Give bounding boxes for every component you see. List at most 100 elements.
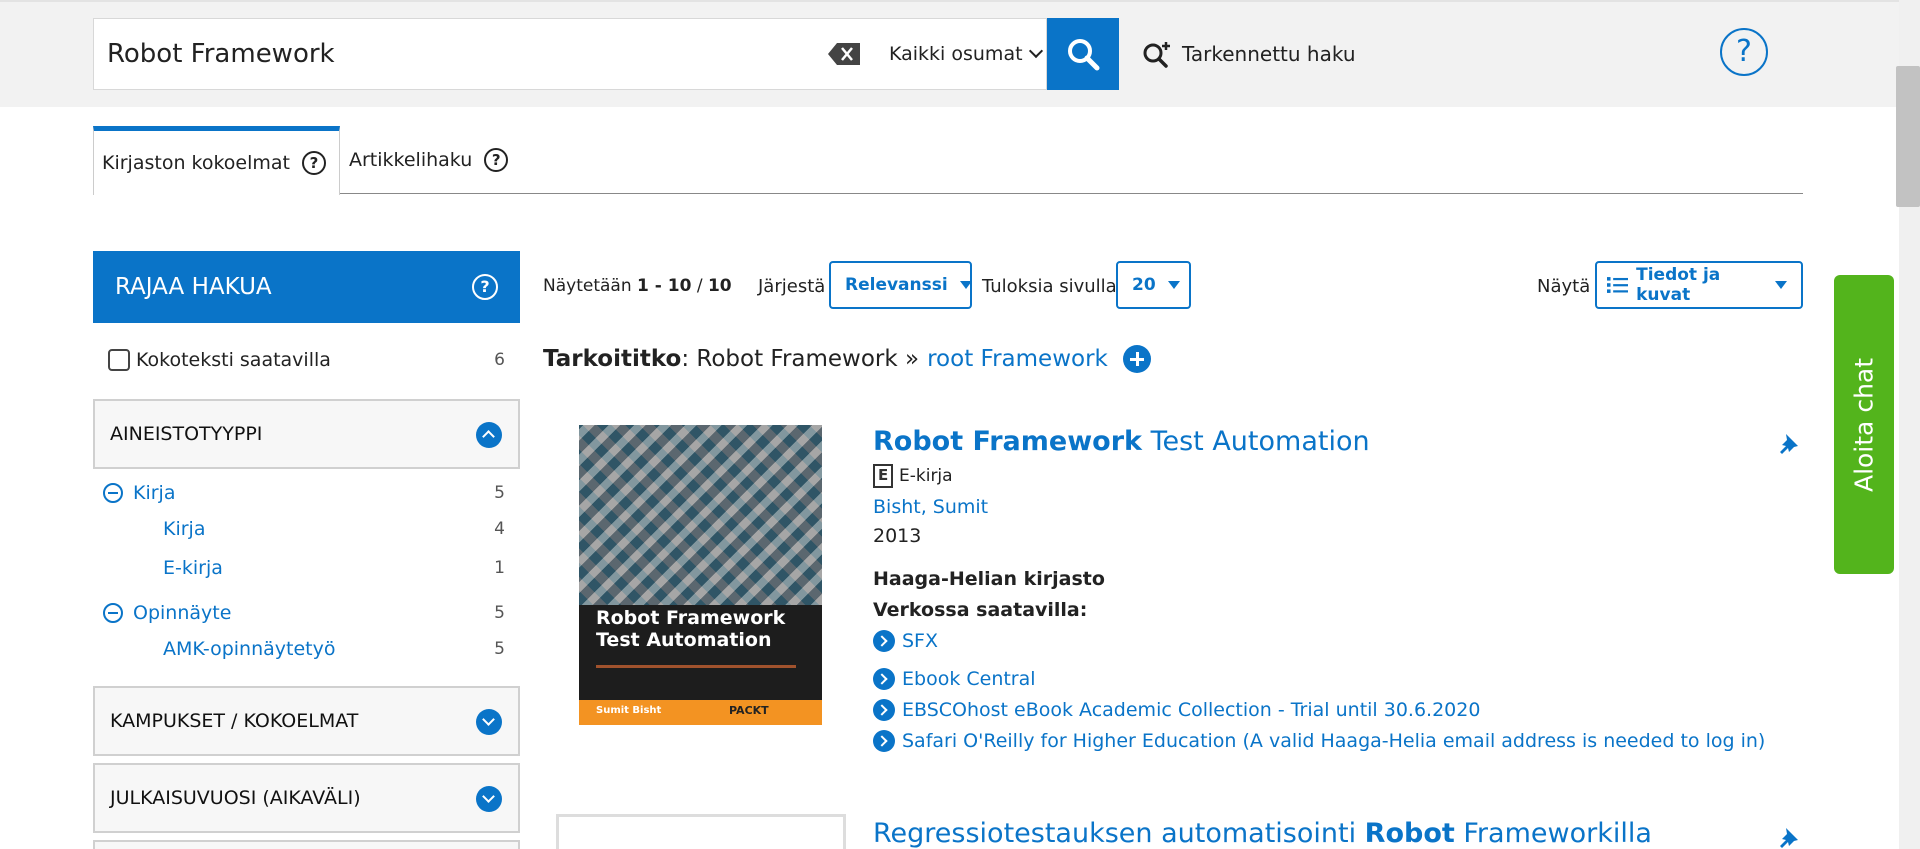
- record-title-post: Frameworkilla: [1454, 818, 1652, 849]
- sort-label: Järjestä: [758, 276, 826, 297]
- search-input[interactable]: [107, 19, 907, 89]
- book-cover-placeholder[interactable]: [556, 814, 846, 849]
- link-label: Ebook Central: [902, 668, 1036, 690]
- online-link-ebook-central[interactable]: Ebook Central: [873, 668, 1036, 690]
- facet-title: JULKAISUVUOSI (AIKAVÄLI): [110, 787, 361, 809]
- link-label: EBSCOhost eBook Academic Collection - Tr…: [902, 699, 1481, 721]
- facet-item-label: E-kirja: [163, 557, 223, 579]
- caret-down-icon: [1775, 281, 1787, 289]
- facet-item-amk-thesis[interactable]: AMK-opinnäytetyö 5: [163, 638, 505, 660]
- tab-article-search[interactable]: Artikkelihaku ?: [349, 126, 509, 194]
- pin-icon[interactable]: [1778, 432, 1802, 458]
- search-button[interactable]: [1047, 18, 1119, 90]
- result-count: Näytetään 1 - 10 / 10: [543, 276, 732, 296]
- chevron-right-circle-icon: [873, 668, 895, 690]
- view-dropdown[interactable]: Tiedot ja kuvat: [1595, 261, 1803, 309]
- search-scope-value: Kaikki osumat: [889, 43, 1023, 65]
- record-author[interactable]: Bisht, Sumit: [873, 496, 988, 518]
- facet-item-label: Opinnäyte: [133, 602, 232, 624]
- facet-count: 5: [494, 639, 505, 659]
- chevron-down-icon[interactable]: [476, 709, 502, 735]
- facet-next[interactable]: [93, 840, 520, 849]
- search-box: Kaikki osumat: [93, 18, 1047, 90]
- help-icon[interactable]: ?: [484, 148, 509, 172]
- search-plus-icon: [1143, 42, 1170, 68]
- advanced-search-link[interactable]: Tarkennettu haku: [1142, 40, 1356, 68]
- facet-item-label: Kirja: [163, 518, 206, 540]
- collapse-icon[interactable]: [103, 603, 123, 623]
- facet-count: 4: [494, 519, 505, 539]
- clear-icon[interactable]: [828, 43, 860, 65]
- fulltext-checkbox[interactable]: [108, 349, 130, 371]
- facet-material-type[interactable]: AINEISTOTYYPPI: [93, 399, 520, 469]
- help-button[interactable]: ?: [1720, 28, 1768, 76]
- record-year: 2013: [873, 525, 922, 547]
- pin-icon[interactable]: [1778, 826, 1802, 849]
- record-title-pre: Regressiotestauksen automatisointi: [873, 818, 1365, 849]
- cover-subtitle-bar: [596, 665, 796, 668]
- chat-button[interactable]: Aloita chat: [1834, 275, 1894, 574]
- record-title-highlight: Robot Framework: [873, 426, 1142, 457]
- chevron-right-circle-icon: [873, 699, 895, 721]
- result-total: 10: [707, 276, 732, 296]
- cover-title-line-1: Robot Framework: [596, 607, 786, 629]
- record-title[interactable]: Regressiotestauksen automatisointi Robot…: [873, 818, 1652, 849]
- collapse-icon[interactable]: [103, 483, 123, 503]
- list-icon: [1607, 277, 1629, 293]
- fulltext-label: Kokoteksti saatavilla: [136, 349, 331, 371]
- facet-item-label: Kirja: [133, 482, 176, 504]
- tab-label: Artikkelihaku: [349, 149, 473, 171]
- did-you-mean-label: Tarkoititko: [543, 346, 682, 372]
- ebook-icon: [873, 464, 893, 488]
- online-link-ebscohost[interactable]: EBSCOhost eBook Academic Collection - Tr…: [873, 699, 1480, 721]
- facet-item-thesis[interactable]: Opinnäyte 5: [103, 602, 505, 624]
- plus-circle-icon[interactable]: [1122, 345, 1151, 373]
- facet-header: RAJAA HAKUA ?: [93, 251, 520, 323]
- tab-label: Kirjaston kokoelmat: [102, 152, 290, 174]
- sort-dropdown[interactable]: Relevanssi: [829, 261, 972, 309]
- cover-title-line-2: Test Automation: [596, 629, 772, 651]
- cover-pattern-overlay: [579, 425, 822, 605]
- facet-item-book[interactable]: Kirja 5: [103, 482, 505, 504]
- tab-library-collections[interactable]: Kirjaston kokoelmat ?: [93, 126, 340, 195]
- record-title[interactable]: Robot Framework Test Automation: [873, 426, 1370, 457]
- facet-title: AINEISTOTYYPPI: [110, 423, 263, 445]
- per-page-dropdown[interactable]: 20: [1116, 261, 1191, 309]
- link-label: Safari O'Reilly for Higher Education (A …: [902, 730, 1766, 752]
- facet-header-title: RAJAA HAKUA: [115, 274, 272, 300]
- facet-count: 6: [494, 350, 505, 370]
- caret-down-icon: [959, 281, 972, 289]
- scrollbar-thumb[interactable]: [1896, 66, 1920, 207]
- cover-author: Sumit Bisht: [596, 705, 662, 716]
- facet-count: 5: [494, 603, 505, 623]
- facet-campuses[interactable]: KAMPUKSET / KOKOELMAT: [93, 686, 520, 756]
- search-scope-select[interactable]: Kaikki osumat: [889, 19, 1043, 89]
- header-divider: [0, 0, 1920, 2]
- facet-item-book-sub[interactable]: Kirja 4: [163, 518, 505, 540]
- online-link-safari[interactable]: Safari O'Reilly for Higher Education (A …: [873, 730, 1765, 752]
- chat-label: Aloita chat: [1849, 357, 1879, 492]
- cover-title: Robot Framework Test Automation: [596, 607, 785, 651]
- chevron-down-icon[interactable]: [476, 786, 502, 812]
- did-you-mean-suggestion[interactable]: root Framework: [927, 346, 1108, 372]
- sort-value: Relevanssi: [845, 275, 948, 295]
- facet-publication-year[interactable]: JULKAISUVUOSI (AIKAVÄLI): [93, 763, 520, 833]
- fulltext-filter[interactable]: Kokoteksti saatavilla 6: [108, 349, 505, 371]
- result-range: 1 - 10: [637, 276, 692, 296]
- view-label: Näytä: [1537, 276, 1591, 297]
- help-icon[interactable]: ?: [302, 151, 326, 175]
- result-count-separator: /: [696, 276, 703, 296]
- help-icon[interactable]: ?: [472, 274, 498, 300]
- chevron-up-icon[interactable]: [476, 422, 502, 448]
- question-icon: ?: [1736, 34, 1752, 69]
- facet-count: 1: [494, 558, 505, 578]
- facet-count: 5: [494, 483, 505, 503]
- per-page-label: Tuloksia sivulla: [982, 276, 1117, 297]
- did-you-mean: Tarkoititko : Robot Framework » root Fra…: [543, 345, 1151, 373]
- record-library: Haaga-Helian kirjasto: [873, 568, 1105, 590]
- online-link-sfx[interactable]: SFX: [873, 630, 938, 652]
- record-format: E-kirja: [873, 464, 953, 488]
- chevron-right-circle-icon: [873, 630, 895, 652]
- book-cover[interactable]: Robot Framework Test Automation Sumit Bi…: [579, 425, 822, 725]
- facet-item-ebook[interactable]: E-kirja 1: [163, 557, 505, 579]
